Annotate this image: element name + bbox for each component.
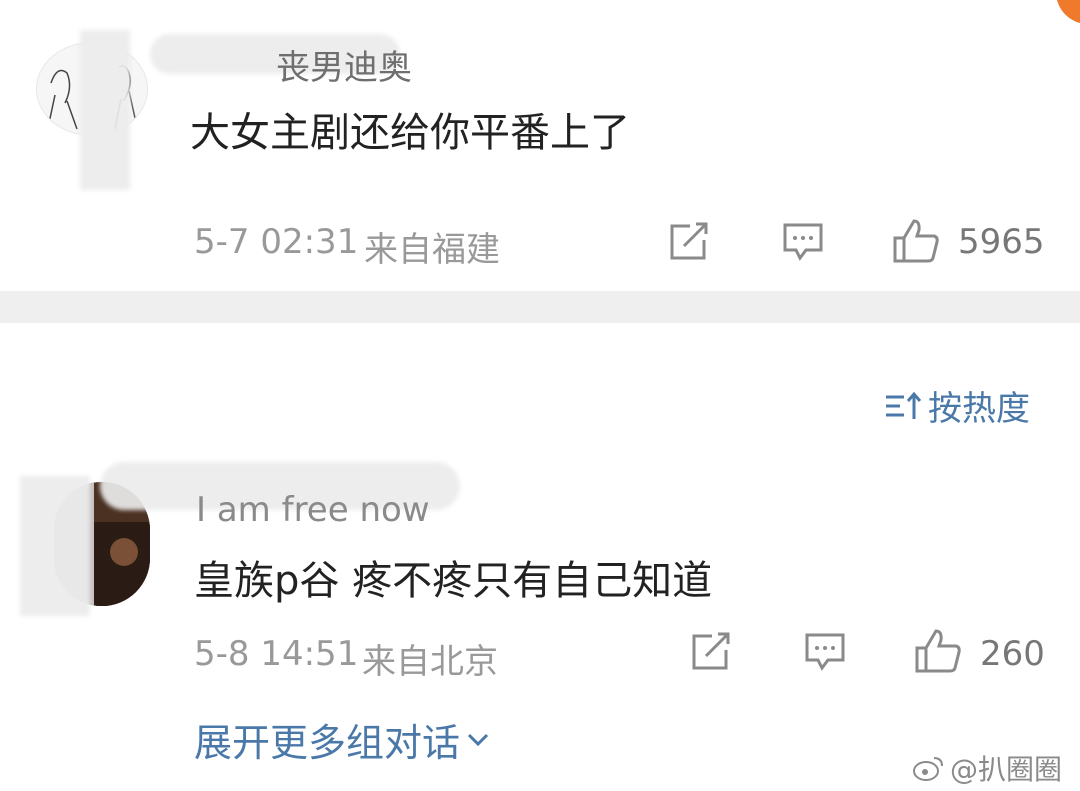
redaction-blur [80, 30, 130, 190]
corner-accent [1056, 0, 1080, 24]
comment-username[interactable]: 丧男迪奥 [276, 40, 412, 89]
expand-label: 展开更多组对话 [194, 721, 461, 765]
comment-time: 5-7 02:31 [194, 222, 359, 262]
share-icon[interactable] [668, 222, 710, 262]
like-count: 260 [980, 634, 1045, 674]
sort-by-heat-button[interactable]: 按热度 [884, 381, 1030, 430]
comment-location: 来自北京 [362, 642, 498, 682]
share-icon[interactable] [690, 632, 732, 672]
comment-location: 来自福建 [364, 230, 500, 270]
like-count: 5965 [958, 222, 1045, 262]
section-divider [0, 291, 1080, 323]
redaction-blur [20, 476, 90, 616]
comment-username[interactable]: I am free now [196, 490, 430, 530]
comment-time: 5-8 14:51 [194, 634, 359, 674]
sort-label: 按热度 [928, 389, 1030, 429]
comment-text: 皇族p谷 疼不疼只有自己知道 [194, 558, 713, 604]
watermark-text: @扒圈圈 [949, 753, 1062, 786]
comment-icon[interactable] [804, 632, 846, 672]
comment-icon[interactable] [782, 222, 824, 262]
sort-icon [884, 391, 922, 421]
comment-text: 大女主剧还给你平番上了 [190, 110, 630, 156]
like-icon[interactable] [892, 218, 940, 264]
like-icon[interactable] [914, 628, 962, 674]
chevron-down-icon [466, 732, 490, 748]
watermark: @扒圈圈 [912, 748, 1062, 788]
weibo-logo-icon [912, 754, 946, 782]
expand-more-conversations-link[interactable]: 展开更多组对话 [194, 712, 490, 767]
